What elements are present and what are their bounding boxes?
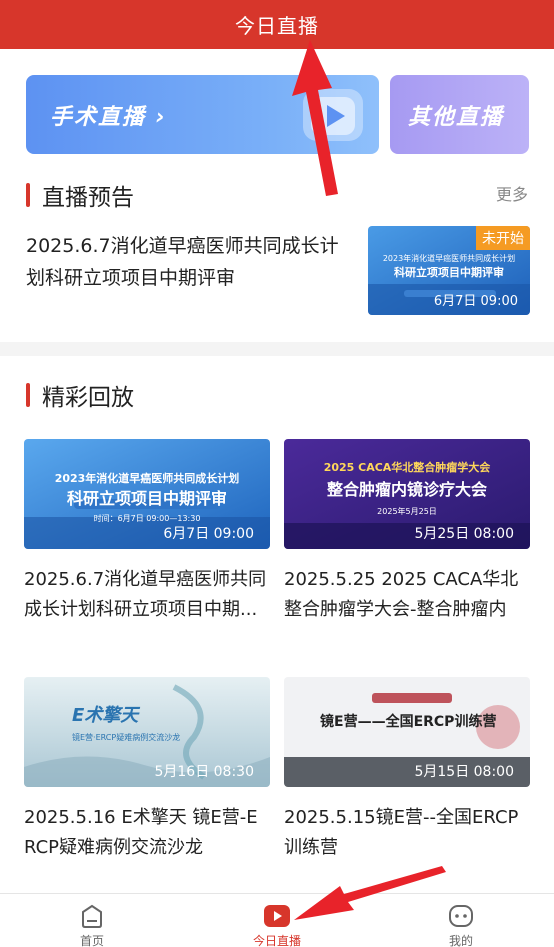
other-live-banner[interactable]: 其他直播 bbox=[390, 75, 529, 154]
preview-section-title: 直播预告 bbox=[42, 185, 134, 211]
status-badge: 未开始 bbox=[476, 226, 530, 250]
replay-card[interactable]: 镜E营——全国ERCP训练营 5月15日 08:00 2025.5.15镜E营-… bbox=[284, 677, 530, 863]
surgery-live-label: 手术直播 › bbox=[50, 105, 167, 130]
replay-card[interactable]: 2023年消化道早癌医师共同成长计划 科研立项项目中期评审 时间：6月7日 09… bbox=[24, 439, 270, 625]
preview-thumb-line1: 2023年消化道早癌医师共同成长计划 bbox=[382, 254, 516, 263]
other-live-label: 其他直播 bbox=[408, 105, 505, 130]
live-play-icon bbox=[264, 905, 290, 927]
nav-item-live-today[interactable]: 今日直播 bbox=[227, 902, 327, 947]
nav-label-live-today: 今日直播 bbox=[252, 934, 301, 947]
nav-label-mine: 我的 bbox=[448, 934, 473, 947]
bottom-nav: 首页 今日直播 我的 bbox=[0, 893, 554, 947]
replay-time: 5月16日 08:30 bbox=[154, 764, 254, 780]
preview-item-title: 2025.6.7消化道早癌医师共同成长计划科研立项项目中期评审 bbox=[26, 235, 339, 289]
nav-item-mine[interactable]: 我的 bbox=[411, 902, 511, 947]
replay-title: 2025.5.16 E术擎天 镜E营-ERCP疑难病例交流沙龙 bbox=[24, 807, 258, 858]
replay-thumbnail: 镜E营——全国ERCP训练营 5月15日 08:00 bbox=[284, 677, 530, 787]
surgery-live-banner[interactable]: 手术直播 › bbox=[26, 75, 379, 154]
replay-title: 2025.5.15镜E营--全国ERCP训练营 bbox=[284, 807, 519, 858]
more-link[interactable]: 更多 bbox=[496, 181, 528, 205]
replay-thumb-line1: 2023年消化道早癌医师共同成长计划 bbox=[54, 472, 240, 485]
replay-thumb-line1: 2025 CACA华北整合肿瘤学大会 bbox=[323, 461, 491, 474]
page-title: 今日直播 bbox=[235, 14, 319, 38]
home-icon bbox=[82, 904, 102, 928]
replay-thumb-line2: 镜E营·ERCP疑难病例交流沙龙 bbox=[72, 733, 181, 742]
replay-thumbnail: 2025 CACA华北整合肿瘤学大会 整合肿瘤内镜诊疗大会 2025年5月25日… bbox=[284, 439, 530, 549]
replay-card[interactable]: 2025 CACA华北整合肿瘤学大会 整合肿瘤内镜诊疗大会 2025年5月25日… bbox=[284, 439, 530, 625]
section-divider bbox=[0, 342, 554, 356]
replay-thumb-line1: E术擎天 bbox=[72, 705, 139, 726]
replay-thumb-line2: 科研立项项目中期评审 bbox=[66, 489, 227, 508]
app-header: 今日直播 bbox=[0, 0, 554, 49]
section-accent-bar bbox=[26, 183, 30, 207]
replay-card[interactable]: E术擎天 镜E营·ERCP疑难病例交流沙龙 5月16日 08:30 2025.5… bbox=[24, 677, 270, 863]
play-icon bbox=[303, 89, 363, 141]
preview-thumb-text: 2023年消化道早癌医师共同成长计划 科研立项项目中期评审 bbox=[376, 252, 522, 280]
replay-thumbnail: E术擎天 镜E营·ERCP疑难病例交流沙龙 5月16日 08:30 bbox=[24, 677, 270, 787]
page: 今日直播 手术直播 › 其他直播 直播预告 更多 2025.6.7消化道早癌医师… bbox=[0, 0, 554, 947]
nav-item-home[interactable]: 首页 bbox=[42, 902, 142, 947]
replay-thumb-text: 2023年消化道早癌医师共同成长计划 科研立项项目中期评审 时间：6月7日 09… bbox=[34, 469, 260, 529]
replay-time: 6月7日 09:00 bbox=[163, 526, 254, 542]
replay-section-title: 精彩回放 bbox=[42, 385, 134, 411]
preview-time: 6月7日 09:00 bbox=[433, 294, 518, 309]
replay-time: 5月25日 08:00 bbox=[414, 526, 514, 542]
preview-thumbnail: 2023年消化道早癌医师共同成长计划 科研立项项目中期评审 未开始 6月7日 0… bbox=[368, 226, 530, 315]
replay-thumb-text: E术擎天 镜E营·ERCP疑难病例交流沙龙 bbox=[72, 705, 180, 749]
replay-thumb-text: 镜E营——全国ERCP训练营 bbox=[320, 711, 496, 731]
replay-title: 2025.5.25 2025 CACA华北整合肿瘤学大会-整合肿瘤内镜... bbox=[284, 569, 519, 620]
replay-thumb-line3: 2025年5月25日 bbox=[377, 507, 437, 516]
replay-thumb-text: 2025 CACA华北整合肿瘤学大会 整合肿瘤内镜诊疗大会 2025年5月25日 bbox=[294, 457, 520, 523]
replay-time: 5月15日 08:00 bbox=[414, 764, 514, 780]
section-accent-bar bbox=[26, 383, 30, 407]
preview-section-header: 直播预告 bbox=[26, 178, 134, 212]
replay-thumb-line2: 整合肿瘤内镜诊疗大会 bbox=[326, 480, 487, 499]
profile-icon bbox=[449, 905, 473, 927]
replay-section-header: 精彩回放 bbox=[26, 378, 134, 412]
preview-thumb-line2: 科研立项项目中期评审 bbox=[394, 266, 504, 279]
replay-thumbnail: 2023年消化道早癌医师共同成长计划 科研立项项目中期评审 时间：6月7日 09… bbox=[24, 439, 270, 549]
replay-title: 2025.6.7消化道早癌医师共同成长计划科研立项项目中期... bbox=[24, 569, 267, 620]
replay-thumb-line1: 镜E营——全国ERCP训练营 bbox=[320, 714, 497, 730]
nav-label-home: 首页 bbox=[79, 934, 104, 947]
